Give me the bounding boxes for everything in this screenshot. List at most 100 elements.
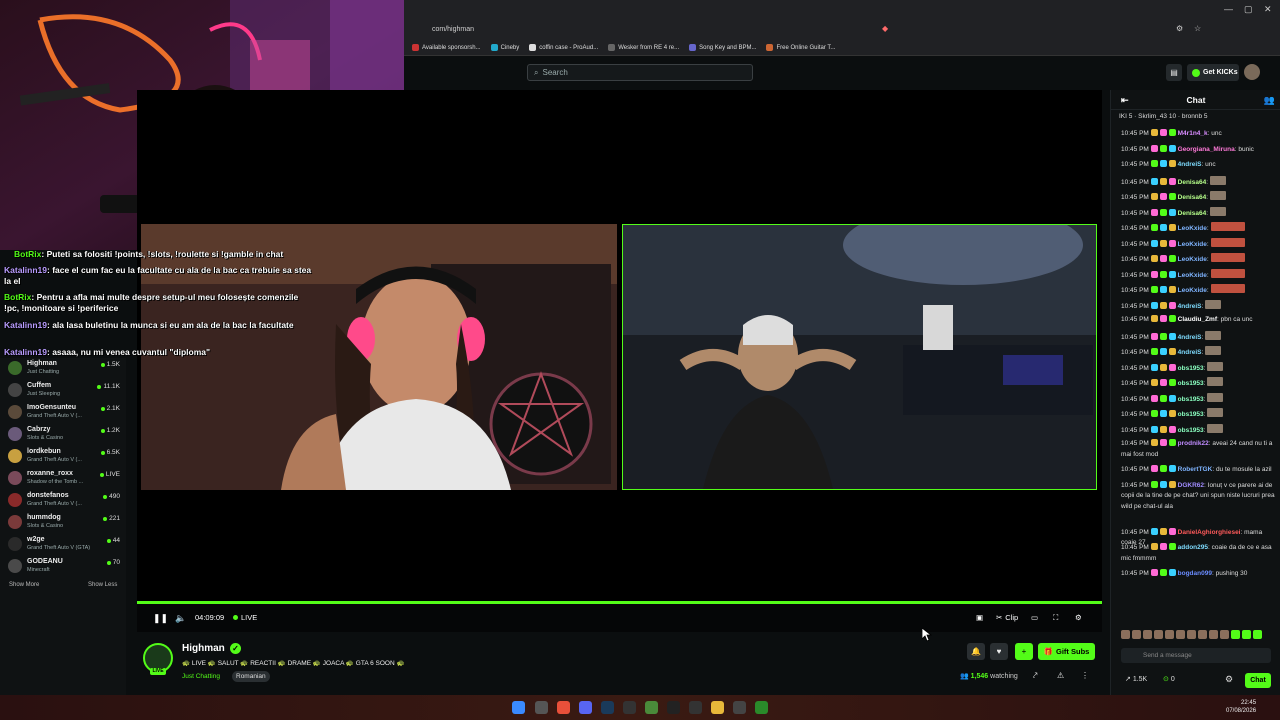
live-indicator[interactable]: LIVE: [233, 613, 257, 622]
chat-message[interactable]: 10:45 PM obs1953:: [1121, 392, 1279, 406]
fullscreen-icon[interactable]: ⛶: [1053, 613, 1058, 623]
obs-taskbar-icon[interactable]: [733, 701, 746, 714]
chat-username: obs1953: [1177, 380, 1204, 387]
chat-message[interactable]: 10:45 PM bogdan099: pushing 30: [1121, 569, 1279, 580]
chat-message[interactable]: 10:45 PM RobertTGK: du te mosule la azil: [1121, 465, 1279, 476]
chat-message[interactable]: 10:45 PM Denisa64:: [1121, 191, 1279, 204]
collapse-chat-icon[interactable]: ⇤: [1121, 90, 1129, 110]
channel-points[interactable]: ⊙ 0: [1163, 675, 1175, 683]
chat-message[interactable]: 10:45 PM LeoKxide:: [1121, 237, 1279, 251]
chat-message[interactable]: 10:45 PM 4ndreiS:: [1121, 299, 1279, 313]
chat-message[interactable]: 10:45 PM obs1953:: [1121, 408, 1279, 421]
user-avatar[interactable]: [1244, 64, 1260, 80]
player-controls: ❚❚ 🔈 04:09:09 LIVE ▣ ✂ Clip ▭ ⛶ ⚙: [137, 604, 1102, 632]
emote-icon: [1209, 175, 1226, 185]
discord-taskbar-icon[interactable]: [579, 701, 592, 714]
chat-message[interactable]: 10:45 PM obs1953:: [1121, 377, 1279, 390]
bookmark-item[interactable]: Available sponsorsh...: [412, 44, 481, 51]
steam-taskbar-icon[interactable]: [601, 701, 614, 714]
bookmark-item[interactable]: Song Key and BPM...: [689, 44, 756, 51]
subscribe-button[interactable]: +: [1015, 643, 1033, 660]
theater-mode-icon[interactable]: ▭: [1031, 613, 1038, 622]
notification-bell-button[interactable]: 🔔: [967, 643, 985, 660]
chat-message[interactable]: 10:45 PM addon295: coaie da de ce e asa …: [1121, 543, 1279, 564]
sidebar-channel[interactable]: Cuffem Just Sleeping 11.1K: [6, 380, 122, 402]
bookmark-item[interactable]: Wesker from RE 4 re...: [608, 44, 679, 51]
chat-message[interactable]: 10:45 PM M4r1n4_k: unc: [1121, 129, 1279, 140]
more-options-icon[interactable]: ⋮: [1081, 671, 1089, 680]
app-taskbar-icon[interactable]: [689, 701, 702, 714]
report-icon[interactable]: ⚠: [1057, 671, 1064, 680]
chat-users-icon[interactable]: 👥: [1264, 90, 1275, 110]
send-chat-button[interactable]: Chat: [1245, 673, 1271, 688]
sidebar-channel[interactable]: roxanne_roxx Shadow of the Tomb ... LIVE: [6, 468, 122, 490]
chat-message[interactable]: 10:45 PM Georgiana_Miruna: bunic: [1121, 144, 1279, 156]
sidebar-channel[interactable]: hummdog Slots & Casino 221: [6, 512, 122, 534]
maximize-icon[interactable]: ▢: [1244, 4, 1253, 15]
search-taskbar-icon[interactable]: [535, 701, 548, 714]
show-more-button[interactable]: Show More: [9, 582, 39, 588]
sidebar-channel[interactable]: lordkebun Grand Theft Auto V (... 6.5K: [6, 446, 122, 468]
volume-icon[interactable]: 🔈: [175, 613, 186, 624]
explorer-taskbar-icon[interactable]: [711, 701, 724, 714]
browser-taskbar-icon[interactable]: [557, 701, 570, 714]
miniplayer-icon[interactable]: ▣: [976, 613, 983, 622]
xbox-taskbar-icon[interactable]: [755, 701, 768, 714]
chat-message[interactable]: 10:45 PM obs1953:: [1121, 361, 1279, 375]
minimize-icon[interactable]: —: [1224, 4, 1233, 14]
minecraft-taskbar-icon[interactable]: [645, 701, 658, 714]
pause-button[interactable]: ❚❚: [153, 613, 168, 624]
stream-category[interactable]: Just Chatting: [182, 673, 220, 680]
show-less-button[interactable]: Show Less: [88, 582, 117, 588]
chat-message[interactable]: 10:45 PM LeoKxide:: [1121, 253, 1279, 266]
gift-subs-button[interactable]: 🎁 Gift Subs: [1038, 643, 1095, 660]
chat-message[interactable]: 10:45 PM LeoKxide:: [1121, 284, 1279, 297]
address-bar[interactable]: com/highman ◆ ⚙ ☆: [404, 20, 1280, 40]
chat-message[interactable]: 10:45 PM 4ndreiS:: [1121, 346, 1279, 359]
chat-message[interactable]: 10:45 PM 4ndreiS:: [1121, 330, 1279, 344]
bookmark-item[interactable]: Cineby: [490, 44, 519, 51]
bookmark-item[interactable]: coffin case - ProAud...: [529, 44, 598, 51]
wallet-icon[interactable]: ▤: [1166, 64, 1182, 81]
epic-taskbar-icon[interactable]: [623, 701, 636, 714]
share-icon[interactable]: ⤤: [1033, 671, 1038, 681]
chat-message[interactable]: 10:45 PM LeoKxide:: [1121, 268, 1279, 282]
sidebar-channel[interactable]: Highman Just Chatting 1.5K: [6, 358, 122, 380]
sidebar-channel[interactable]: ImoGensunteu Grand Theft Auto V (... 2.1…: [6, 402, 122, 424]
chat-badge-icon: [1159, 315, 1167, 322]
sidebar-channel[interactable]: GODEANU Minecraft 70: [6, 556, 122, 578]
language-tag[interactable]: Romanian: [232, 671, 270, 682]
app-taskbar-icon[interactable]: [667, 701, 680, 714]
chat-message[interactable]: 10:45 PM Claudiu_Zmf: pbn ca unc: [1121, 315, 1279, 326]
chat-panel: ⇤ Chat 👥 IKI 5 · Skrlim_43 10 · bronnb 5…: [1110, 90, 1280, 695]
windows-start-icon[interactable]: [512, 701, 525, 714]
search-input[interactable]: ⌕ Search: [527, 64, 753, 81]
chat-message-input[interactable]: Send a message: [1121, 648, 1271, 663]
sidebar-channel[interactable]: w2ge Grand Theft Auto V (GTA) 44: [6, 534, 122, 556]
browser-titlebar: — ▢ ✕: [404, 0, 1280, 20]
bookmark-item[interactable]: Free Online Guitar T...: [766, 44, 835, 51]
chat-message[interactable]: 10:45 PM Denisa64:: [1121, 175, 1279, 189]
chat-message[interactable]: 10:45 PM LeoKxide:: [1121, 222, 1279, 235]
streamer-name[interactable]: Highman: [182, 643, 225, 654]
sidebar-channel[interactable]: Cabrzy Slots & Casino 1.2K: [6, 424, 122, 446]
taskbar-clock[interactable]: 22:45 07/08/2026: [1226, 699, 1256, 715]
close-icon[interactable]: ✕: [1264, 4, 1272, 15]
chat-badge-icon: [1150, 379, 1158, 386]
clip-button[interactable]: ✂ Clip: [996, 613, 1018, 622]
extension-icon[interactable]: ◆: [882, 24, 888, 33]
chat-username: 4ndreiS: [1177, 333, 1202, 341]
extensions-icon[interactable]: ⚙: [1176, 24, 1183, 33]
follow-heart-button[interactable]: ♥: [990, 643, 1008, 660]
chat-message[interactable]: 10:45 PM 4ndreiS: unc: [1121, 160, 1279, 171]
sidebar-channel[interactable]: donstefanos Grand Theft Auto V (... 490: [6, 490, 122, 512]
bookmark-icon[interactable]: ☆: [1194, 24, 1201, 33]
chat-message[interactable]: 10:45 PM obs1953:: [1121, 423, 1279, 437]
chat-message[interactable]: 10:45 PM prodnik22: aveai 24 cand nu ti …: [1121, 439, 1279, 460]
chat-settings-icon[interactable]: ⚙: [1225, 674, 1233, 685]
chat-message[interactable]: 10:45 PM Denisa64:: [1121, 206, 1279, 220]
settings-icon[interactable]: ⚙: [1075, 613, 1082, 622]
chat-message[interactable]: 10:45 PM DGKR62: Ionuț v ce parere ai de…: [1121, 480, 1279, 513]
get-kicks-button[interactable]: Get KICKs: [1187, 64, 1239, 81]
url-text[interactable]: com/highman: [432, 26, 474, 33]
